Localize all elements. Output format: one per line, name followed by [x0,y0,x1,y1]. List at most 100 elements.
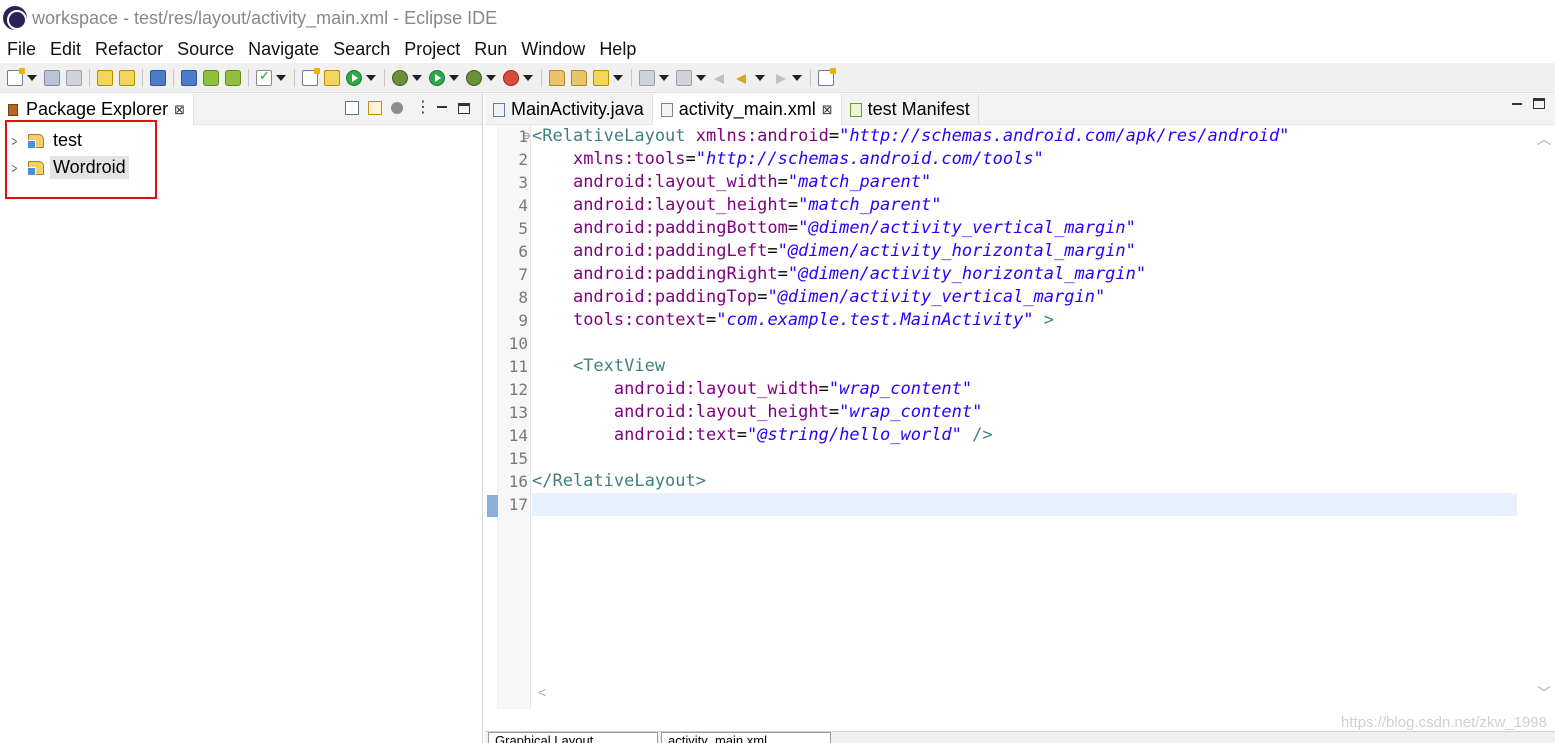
open-type-icon[interactable] [549,69,565,86]
code-line[interactable]: android:layout_width="wrap_content" [532,378,1517,401]
debug-dropdown-icon[interactable] [412,74,422,81]
xml-editor[interactable]: 1 2 3 4 5 6 7 8 9 10 11 12 13 14 15 16 17 ⊖ <RelativeLay… [485,125,1555,709]
horizontal-scrollbar[interactable]: < [532,678,1532,708]
coverage-icon[interactable] [466,69,482,86]
menu-project[interactable]: Project [397,39,467,60]
sdk-manager-icon[interactable] [181,69,197,86]
menu-edit[interactable]: Edit [43,39,88,60]
scroll-up-icon[interactable]: ︿ [1537,129,1551,149]
new-android-project-icon[interactable] [302,67,320,86]
code-line[interactable]: android:paddingTop="@dimen/activity_vert… [532,286,1517,309]
code-line[interactable]: </RelativeLayout> [532,470,1517,493]
code-line[interactable]: xmlns:tools="http://schemas.android.com/… [532,148,1517,171]
scroll-down-icon[interactable]: ﹀ [1537,683,1551,703]
tree-item-project[interactable]: > test [0,127,482,154]
code-line[interactable]: android:layout_width="match_parent" [532,171,1517,194]
code-token-val: "wrap_content" [839,402,983,422]
menu-source[interactable]: Source [170,39,241,60]
tab-graphical-layout[interactable]: Graphical Layout [488,732,658,743]
code-line[interactable]: android:paddingLeft="@dimen/activity_hor… [532,240,1517,263]
menu-search[interactable]: Search [326,39,397,60]
last-edit-location-icon[interactable] [713,70,729,86]
code-line[interactable] [532,332,1517,355]
search-icon[interactable] [593,69,609,86]
terminal-icon[interactable] [150,69,166,86]
fold-collapse-icon[interactable]: ⊖ [522,131,530,142]
tab-test-manifest[interactable]: test Manifest [842,94,979,125]
previous-annotation-dropdown-icon[interactable] [696,74,706,81]
menu-refactor[interactable]: Refactor [88,39,170,60]
code-line[interactable] [532,493,1517,516]
minimize-icon[interactable] [435,101,449,115]
coverage-dropdown-icon[interactable] [486,74,496,81]
menu-help[interactable]: Help [592,39,643,60]
tab-package-explorer[interactable]: Package Explorer ⊠ [0,94,194,125]
previous-annotation-icon[interactable] [676,69,692,86]
search-dropdown-icon[interactable] [613,74,623,81]
vertical-scrollbar[interactable]: ︿ ﹀ [1531,125,1555,709]
code-line[interactable]: android:paddingBottom="@dimen/activity_v… [532,217,1517,240]
menu-window[interactable]: Window [514,39,592,60]
editor-actions [1501,98,1545,112]
run-icon[interactable] [429,69,445,86]
tab-main-activity-java[interactable]: MainActivity.java [485,94,653,125]
next-annotation-dropdown-icon[interactable] [659,74,669,81]
build-all-icon[interactable] [119,69,135,86]
code-line[interactable]: <RelativeLayout xmlns:android="http://sc… [532,125,1517,148]
menu-file[interactable]: File [0,39,43,60]
new-dropdown-icon[interactable] [27,74,37,81]
maximize-icon[interactable] [458,102,470,114]
save-all-icon[interactable] [66,69,82,86]
minimize-icon[interactable] [1510,98,1524,112]
code-line[interactable]: tools:context="com.example.test.MainActi… [532,309,1517,332]
forward-icon[interactable] [772,70,788,86]
line-number: 13 [508,403,528,422]
line-number: 16 [508,472,528,491]
external-tools-icon[interactable] [503,69,519,86]
new-class-dropdown-icon[interactable] [366,74,376,81]
forward-dropdown-icon[interactable] [792,74,802,81]
expand-chevron-icon[interactable]: > [12,160,19,176]
menu-navigate[interactable]: Navigate [241,39,326,60]
open-perspective-icon[interactable] [818,67,836,86]
code-line[interactable]: android:paddingRight="@dimen/activity_ho… [532,263,1517,286]
avd-manager-icon[interactable] [203,69,219,86]
tree-item-project[interactable]: > Wordroid [0,154,482,181]
back-icon[interactable] [735,70,751,86]
external-tools-dropdown-icon[interactable] [523,74,533,81]
lint-dropdown-icon[interactable] [276,74,286,81]
new-icon[interactable] [7,67,25,86]
link-with-editor-icon[interactable] [368,101,382,115]
code-line[interactable] [532,447,1517,470]
expand-chevron-icon[interactable]: > [12,133,19,149]
editor-area: MainActivity.java activity_main.xml ⊠ te… [485,94,1555,743]
tab-xml-source[interactable]: activity_main.xml [661,732,831,743]
lint-check-icon[interactable] [256,68,272,86]
tab-activity-main-xml[interactable]: activity_main.xml ⊠ [652,94,842,125]
back-dropdown-icon[interactable] [755,74,765,81]
android-device-icon[interactable] [225,69,241,86]
view-menu-icon[interactable] [412,97,431,117]
maximize-icon[interactable] [1533,98,1545,109]
menu-run[interactable]: Run [467,39,514,60]
focus-active-task-icon[interactable] [391,102,403,114]
annotation-ruler [485,125,498,709]
save-icon[interactable] [44,69,60,86]
code-line[interactable]: <TextView [532,355,1517,378]
next-annotation-icon[interactable] [639,69,655,86]
new-class-icon[interactable] [346,69,362,86]
collapse-all-icon[interactable] [345,101,359,115]
code-line[interactable]: android:layout_height="wrap_content" [532,401,1517,424]
close-icon[interactable]: ⊠ [174,102,185,118]
code-text-area[interactable]: <RelativeLayout xmlns:android="http://sc… [532,125,1517,709]
run-dropdown-icon[interactable] [449,74,459,81]
build-icon[interactable] [97,69,113,86]
scroll-left-icon[interactable]: < [538,684,546,700]
open-resource-icon[interactable] [571,69,587,86]
close-icon[interactable]: ⊠ [822,102,833,118]
code-token-attr: android:paddingLeft [572,241,768,261]
new-package-icon[interactable] [324,69,340,86]
code-line[interactable]: android:text="@string/hello_world" /> [532,424,1517,447]
code-line[interactable]: android:layout_height="match_parent" [532,194,1517,217]
debug-icon[interactable] [392,69,408,86]
